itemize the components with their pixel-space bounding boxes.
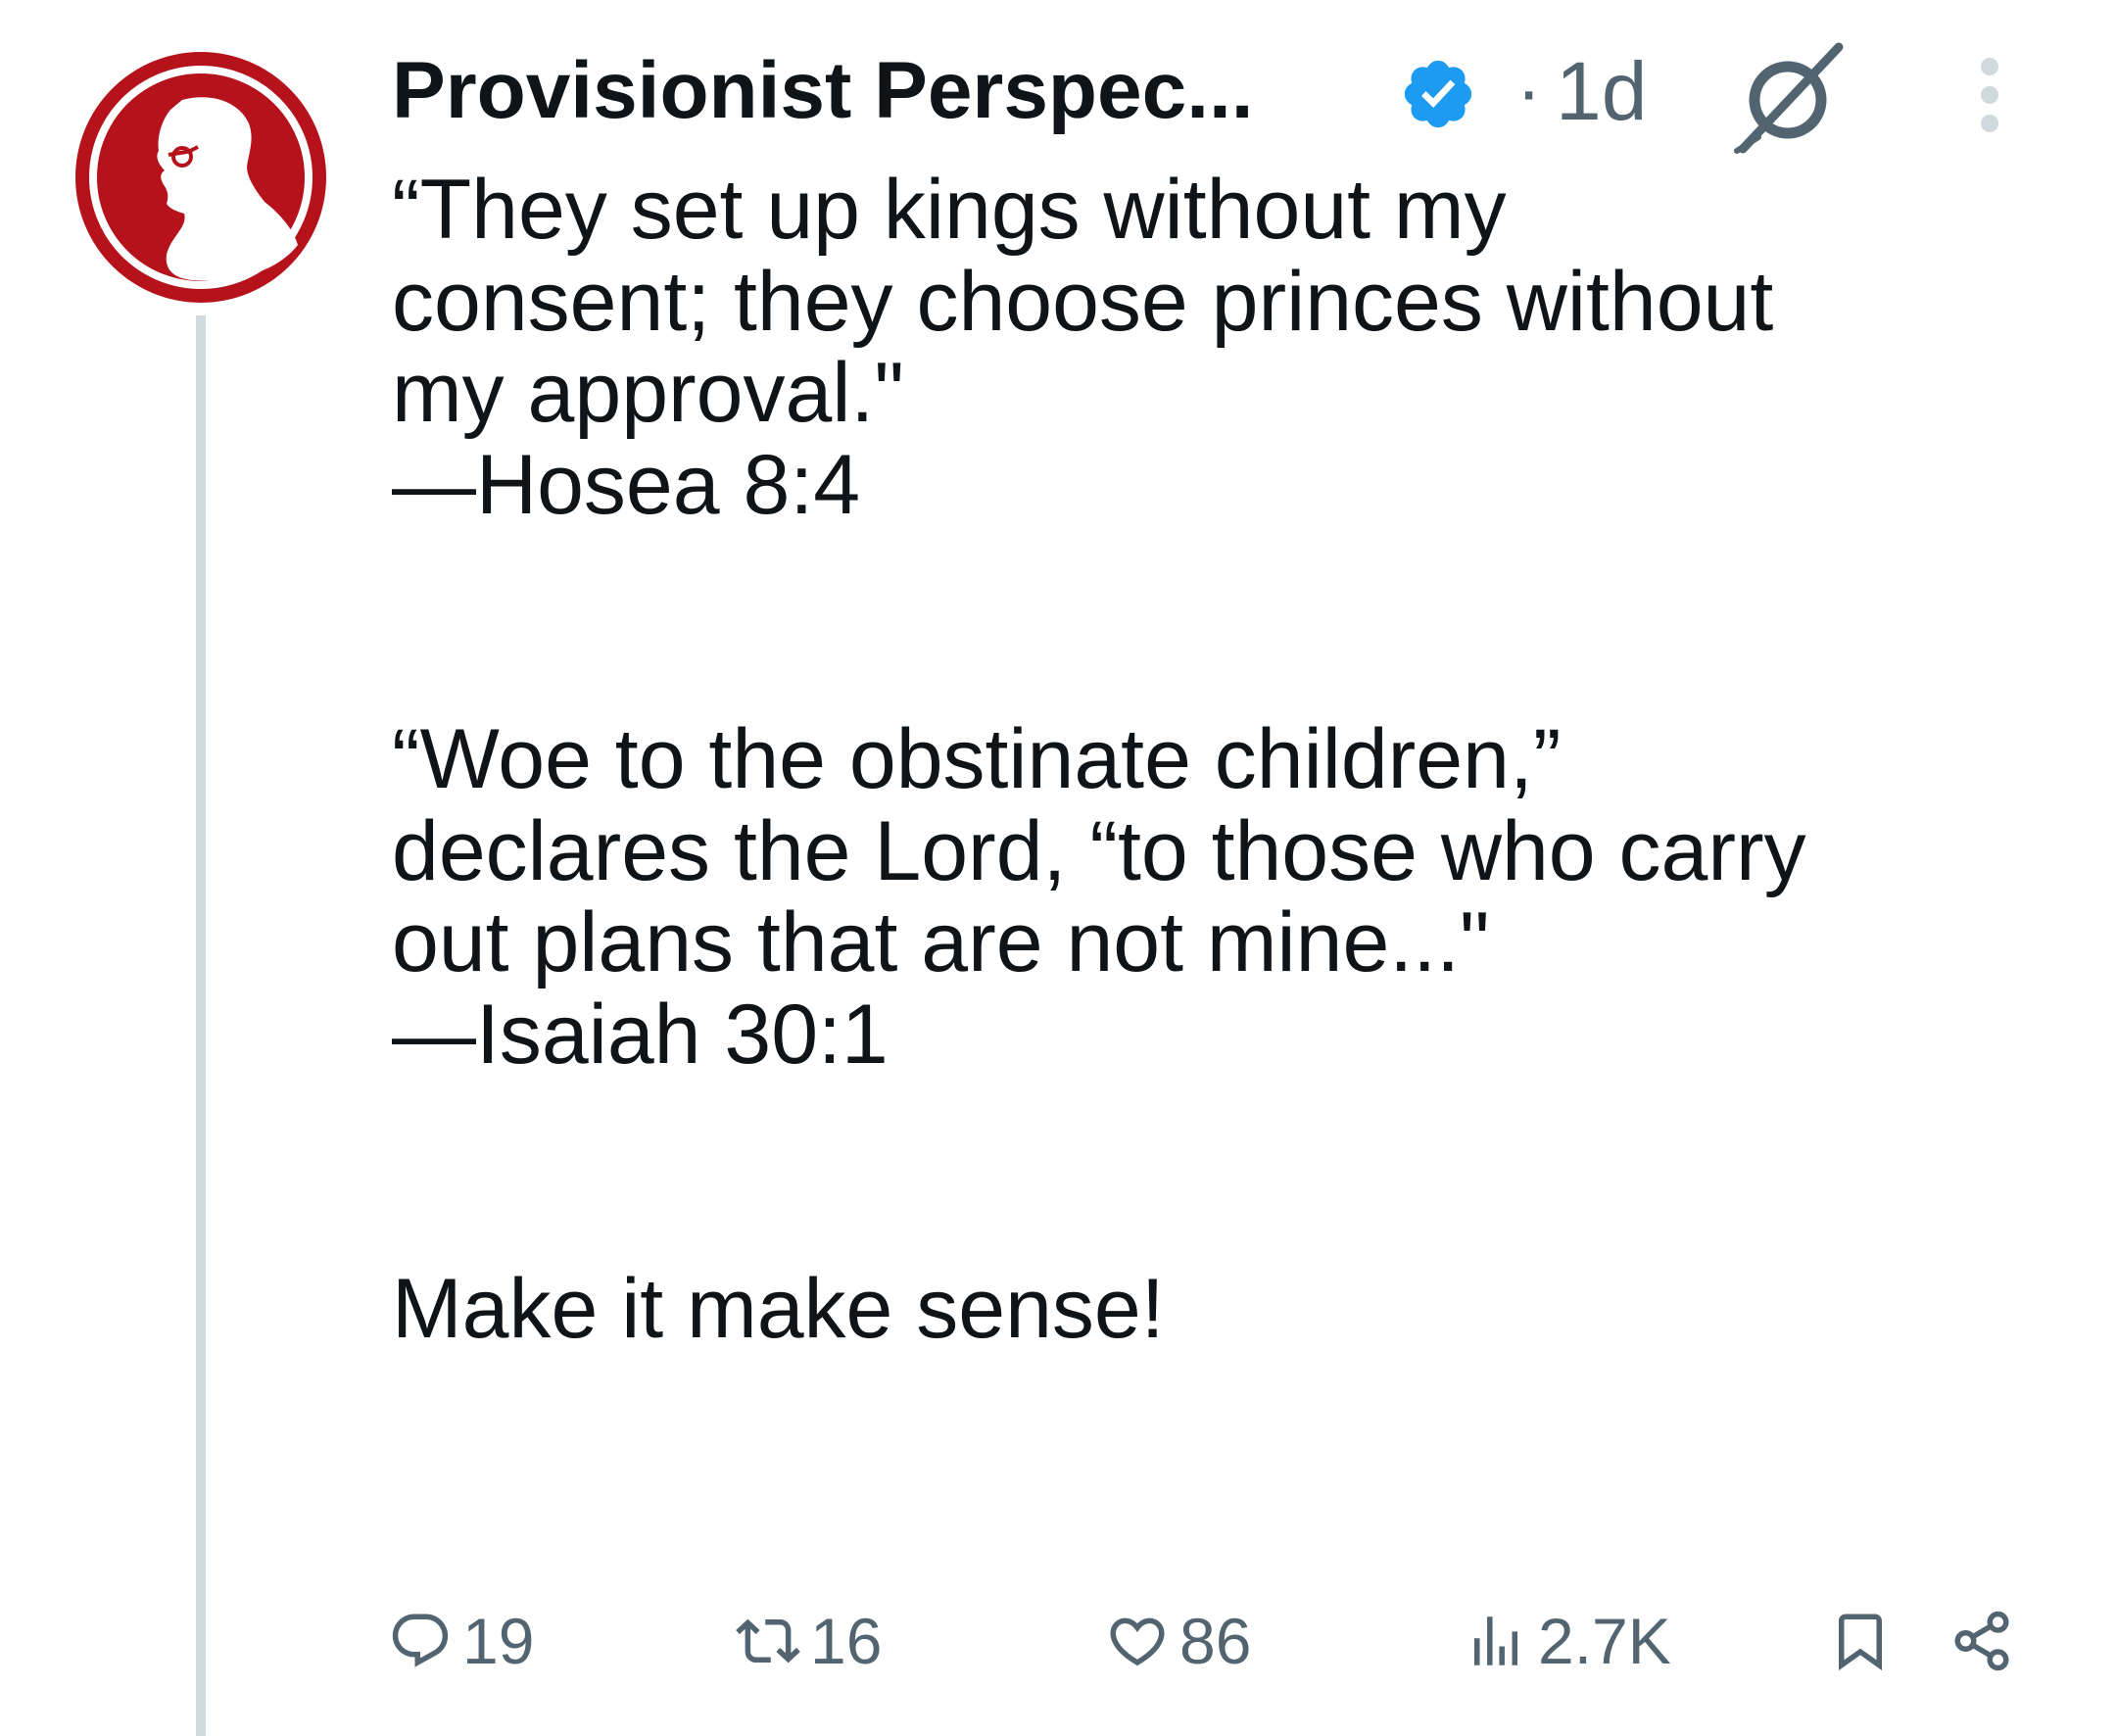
bookmark-button[interactable] bbox=[1828, 1597, 1893, 1685]
views-button[interactable]: 2.7K bbox=[1464, 1597, 1671, 1685]
reply-button[interactable]: 19 bbox=[388, 1597, 534, 1685]
views-count: 2.7K bbox=[1538, 1605, 1671, 1677]
avatar[interactable] bbox=[72, 49, 329, 306]
reply-icon bbox=[392, 1614, 449, 1667]
verified-badge-icon[interactable] bbox=[1399, 55, 1477, 133]
tweet-text: “They set up kings without my consent; t… bbox=[392, 163, 2077, 1356]
more-options-icon[interactable] bbox=[1975, 55, 2004, 135]
share-button[interactable] bbox=[1949, 1597, 2014, 1685]
reply-count: 19 bbox=[462, 1605, 535, 1677]
profile-silhouette-icon bbox=[75, 52, 326, 303]
like-icon bbox=[1110, 1617, 1165, 1666]
bookmark-icon bbox=[1839, 1614, 1882, 1671]
like-button[interactable]: 86 bbox=[1105, 1597, 1251, 1685]
tweet-header: Provisionist Perspec... · 1d bbox=[392, 42, 2057, 154]
retweet-count: 16 bbox=[810, 1605, 883, 1677]
share-icon bbox=[1954, 1611, 2009, 1671]
like-count: 86 bbox=[1179, 1605, 1252, 1677]
timestamp[interactable]: 1d bbox=[1556, 47, 1647, 135]
action-bar: 19 16 86 2.7K bbox=[388, 1597, 2034, 1685]
grok-icon[interactable] bbox=[1729, 39, 1852, 155]
display-name[interactable]: Provisionist Perspec... bbox=[392, 47, 1254, 135]
tweet-paragraph-isaiah: “Woe to the obstinate children,” declare… bbox=[392, 712, 1806, 1082]
views-icon bbox=[1474, 1616, 1517, 1665]
tweet-paragraph-closing: Make it make sense! bbox=[392, 1262, 1165, 1356]
retweet-button[interactable]: 16 bbox=[736, 1597, 882, 1685]
retweet-icon bbox=[736, 1618, 800, 1664]
thread-connector-line bbox=[196, 315, 206, 1736]
separator-dot: · bbox=[1516, 49, 1542, 132]
tweet-paragraph-hosea: “They set up kings without my consent; t… bbox=[392, 163, 1774, 532]
